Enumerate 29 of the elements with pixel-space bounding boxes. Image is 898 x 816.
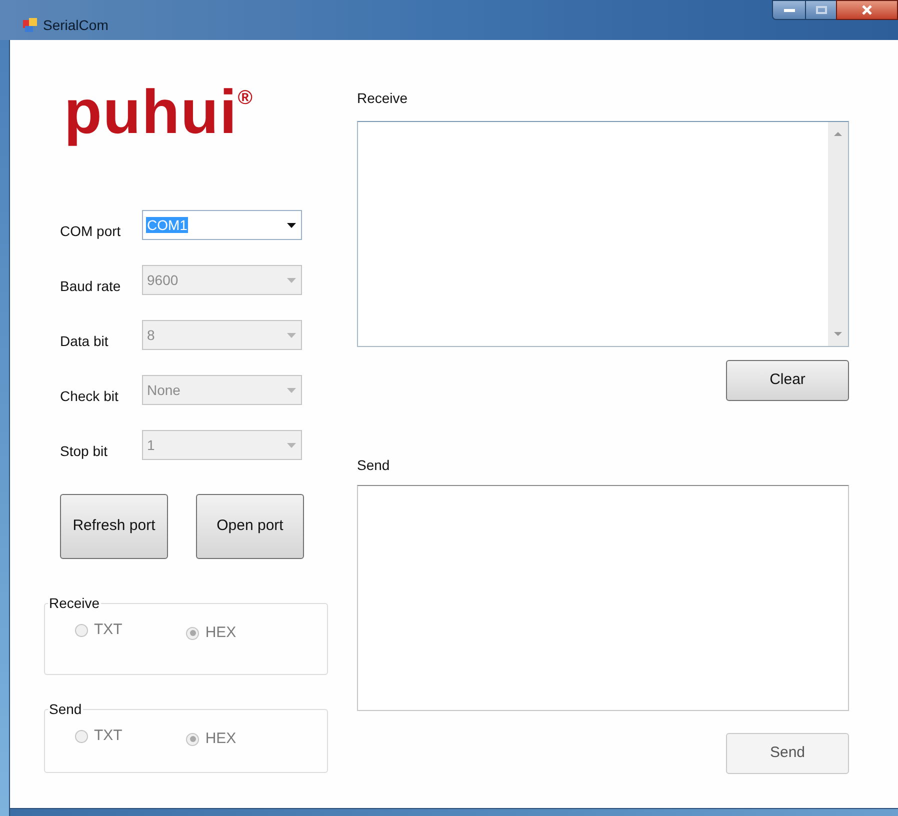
scroll-up-icon[interactable] [834,132,842,136]
open-port-button[interactable]: Open port [196,494,304,559]
send-label: Send [357,456,391,475]
app-icon [22,17,38,33]
field-label: Stop bit [60,442,108,461]
scroll-down-icon[interactable] [834,332,842,336]
minimize-button[interactable] [772,0,806,20]
caret-icon [287,442,296,448]
dropdown[interactable]: COM1 [142,210,302,240]
group-title: Receive [48,594,101,613]
caret-icon [287,388,296,392]
scroll-bar[interactable] [828,122,848,346]
close-icon [861,5,873,15]
maximize-button[interactable] [806,0,836,20]
field-label: COM port [60,222,122,241]
clear-button[interactable]: Clear [726,360,849,401]
receive-label: Receive [357,89,409,108]
field-label: Baud rate [60,276,122,296]
caret-icon [287,222,296,228]
close-button[interactable] [836,0,898,20]
window-title: SerialCom [43,16,108,35]
group-title: Send [48,700,83,719]
caret-icon [287,332,296,338]
field-label: Data bit [60,332,110,350]
logo-text: puhui [64,82,238,144]
registered-mark: ® [238,88,252,108]
field-label: Check bit [60,386,120,406]
refresh-port-button[interactable]: Refresh port [60,494,168,559]
caret-icon [287,278,296,282]
